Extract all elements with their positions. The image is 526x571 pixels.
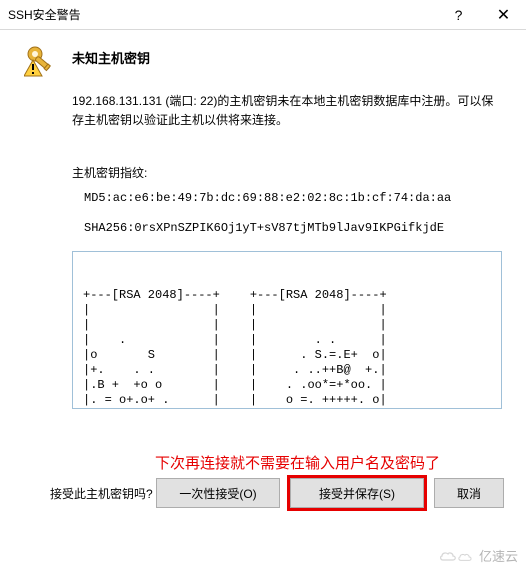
heading: 未知主机密钥 (72, 48, 150, 67)
key-warning-icon (24, 44, 58, 78)
ascii-art-box: +---[RSA 2048]----+ | | | | | . | |o S |… (72, 251, 502, 409)
annotation-overlay: 下次再连接就不需要在输入用户名及密码了 (155, 454, 485, 474)
accept-question: 接受此主机密钥吗? (50, 485, 156, 502)
header-row: 未知主机密钥 (24, 44, 502, 78)
watermark-text: 亿速云 (479, 546, 518, 565)
footer: 接受此主机密钥吗? 一次性接受(O) 接受并保存(S) 取消 (0, 478, 526, 508)
cloud-icon (457, 550, 475, 562)
dialog-content: 未知主机密钥 192.168.131.131 (端口: 22)的主机密钥未在本地… (0, 30, 526, 409)
close-button[interactable]: ✕ (481, 0, 526, 30)
description-text: 192.168.131.131 (端口: 22)的主机密钥未在本地主机密钥数据库… (72, 92, 502, 130)
accept-save-button[interactable]: 接受并保存(S) (290, 478, 424, 508)
cloud-icon (439, 550, 457, 562)
help-button[interactable]: ? (436, 0, 481, 30)
cancel-button[interactable]: 取消 (434, 478, 504, 508)
titlebar: SSH安全警告 ? ✕ (0, 0, 526, 30)
fingerprint-md5: MD5:ac:e6:be:49:7b:dc:69:88:e2:02:8c:1b:… (84, 191, 502, 205)
fingerprint-sha256: SHA256:0rsXPnSZPIK6Oj1yT+sV87tjMTb9lJav9… (84, 221, 502, 235)
fingerprint-label: 主机密钥指纹: (72, 164, 502, 181)
accept-once-button[interactable]: 一次性接受(O) (156, 478, 280, 508)
ascii-art-md5: +---[RSA 2048]----+ | | | | | . | |o S |… (83, 288, 220, 409)
watermark: 亿速云 (439, 546, 518, 565)
window-title: SSH安全警告 (8, 6, 436, 23)
ascii-art-sha256: +---[RSA 2048]----+ | | | | | . . | | . … (250, 288, 387, 409)
button-row: 一次性接受(O) 接受并保存(S) 取消 (156, 478, 504, 508)
